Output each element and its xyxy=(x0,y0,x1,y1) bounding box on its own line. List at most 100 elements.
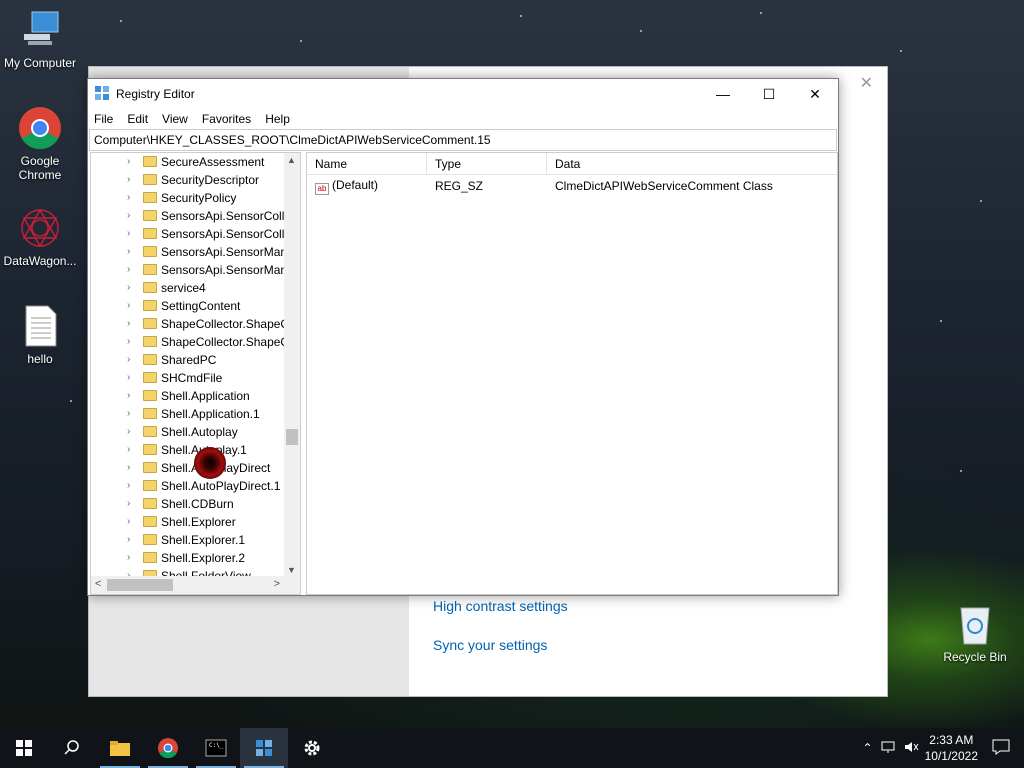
chevron-right-icon[interactable]: › xyxy=(127,477,130,495)
chevron-right-icon[interactable]: › xyxy=(127,495,130,513)
tree-item[interactable]: › SecureAssessment xyxy=(91,153,287,171)
chevron-right-icon[interactable]: › xyxy=(127,189,130,207)
maximize-button[interactable]: ☐ xyxy=(746,79,792,109)
folder-icon xyxy=(143,192,157,203)
desktop-icon-datawagon[interactable]: DataWagon... xyxy=(0,206,80,268)
tree-item[interactable]: › Shell.Autoplay xyxy=(91,423,287,441)
tree-item[interactable]: › SensorsApi.SensorMana xyxy=(91,261,287,279)
high-contrast-settings-link[interactable]: High contrast settings xyxy=(433,598,568,614)
chevron-right-icon[interactable]: › xyxy=(127,369,130,387)
taskbar-settings[interactable] xyxy=(288,728,336,768)
chevron-right-icon[interactable]: › xyxy=(127,513,130,531)
scroll-thumb[interactable] xyxy=(286,429,298,445)
chevron-right-icon[interactable]: › xyxy=(127,171,130,189)
chevron-right-icon[interactable]: › xyxy=(127,405,130,423)
network-icon[interactable] xyxy=(881,740,897,757)
search-button[interactable] xyxy=(48,728,96,768)
close-button[interactable]: ✕ xyxy=(792,79,838,109)
system-tray: ⌃ 2:33 AM 10/1/2022 xyxy=(863,732,1024,764)
chevron-right-icon[interactable]: › xyxy=(127,351,130,369)
chevron-right-icon[interactable]: › xyxy=(127,153,130,171)
taskbar-file-explorer[interactable] xyxy=(96,728,144,768)
chevron-right-icon[interactable]: › xyxy=(127,279,130,297)
tree-item-label: service4 xyxy=(161,281,206,295)
desktop-icon-hello[interactable]: hello xyxy=(0,304,80,366)
chevron-right-icon[interactable]: › xyxy=(127,387,130,405)
column-name[interactable]: Name xyxy=(307,153,427,174)
chevron-right-icon[interactable]: › xyxy=(127,549,130,567)
tree-item[interactable]: › Shell.Explorer xyxy=(91,513,287,531)
chevron-right-icon[interactable]: › xyxy=(127,207,130,225)
desktop-icon-google-chrome[interactable]: Google Chrome xyxy=(0,106,80,182)
clock[interactable]: 2:33 AM 10/1/2022 xyxy=(925,732,978,764)
tree-item[interactable]: › Shell.Explorer.1 xyxy=(91,531,287,549)
tree-item[interactable]: › service4 xyxy=(91,279,287,297)
scroll-right-icon[interactable]: > xyxy=(274,578,280,590)
chevron-right-icon[interactable]: › xyxy=(127,297,130,315)
chevron-right-icon[interactable]: › xyxy=(127,315,130,333)
tree-item[interactable]: › SHCmdFile xyxy=(91,369,287,387)
scroll-down-icon[interactable]: ▼ xyxy=(287,565,296,575)
tree-item[interactable]: › ShapeCollector.ShapeC xyxy=(91,333,287,351)
tree-item[interactable]: › Shell.CDBurn xyxy=(91,495,287,513)
chevron-up-icon[interactable]: ⌃ xyxy=(863,741,873,755)
tree-item[interactable]: › SharedPC xyxy=(91,351,287,369)
value-row[interactable]: ab (Default) REG_SZ ClmeDictAPIWebService… xyxy=(307,175,837,197)
tree-item[interactable]: ›Shell.AutoPlayDirect xyxy=(91,459,287,477)
menu-edit[interactable]: Edit xyxy=(127,112,148,126)
chevron-right-icon[interactable]: › xyxy=(127,441,130,459)
folder-icon xyxy=(143,174,157,185)
notification-icon[interactable] xyxy=(992,739,1010,758)
chevron-right-icon[interactable]: › xyxy=(127,459,130,477)
tree-item-label: Shell.Application xyxy=(161,389,250,403)
taskbar-registry-editor[interactable] xyxy=(240,728,288,768)
desktop-icon-my-computer[interactable]: My Computer xyxy=(0,8,80,70)
close-icon[interactable]: ✕ xyxy=(860,73,873,93)
start-button[interactable] xyxy=(0,728,48,768)
minimize-button[interactable]: — xyxy=(700,79,746,109)
tree-horizontal-scrollbar[interactable]: < > xyxy=(91,576,300,594)
tree-item[interactable]: › SecurityDescriptor xyxy=(91,171,287,189)
tree-item-label: Shell.Explorer.2 xyxy=(161,551,246,565)
tree-item-label: SensorsApi.SensorMana xyxy=(161,245,287,259)
folder-icon xyxy=(143,228,157,239)
menu-view[interactable]: View xyxy=(162,112,188,126)
chevron-right-icon[interactable]: › xyxy=(127,531,130,549)
tree-item[interactable]: ›Shell.Autoplay.1 xyxy=(91,441,287,459)
address-bar[interactable]: Computer\HKEY_CLASSES_ROOT\ClmeDictAPIWe… xyxy=(89,129,837,151)
chevron-right-icon[interactable]: › xyxy=(127,423,130,441)
folder-icon xyxy=(143,552,157,563)
tree-item-label: Shell.Explorer xyxy=(161,515,236,529)
tree-item[interactable]: › SensorsApi.SensorColle xyxy=(91,207,287,225)
tree-item[interactable]: › SettingContent xyxy=(91,297,287,315)
chevron-right-icon[interactable]: › xyxy=(127,333,130,351)
scroll-left-icon[interactable]: < xyxy=(95,578,101,590)
hscroll-thumb[interactable] xyxy=(107,579,173,591)
taskbar-terminal[interactable]: C:\_ xyxy=(192,728,240,768)
chevron-right-icon[interactable]: › xyxy=(127,243,130,261)
folder-icon xyxy=(143,210,157,221)
tree-item[interactable]: › ShapeCollector.ShapeC xyxy=(91,315,287,333)
menu-help[interactable]: Help xyxy=(265,112,290,126)
column-data[interactable]: Data xyxy=(547,153,837,174)
tree-item[interactable]: › Shell.AutoPlayDirect.1 xyxy=(91,477,287,495)
tree-item[interactable]: › Shell.Application xyxy=(91,387,287,405)
scroll-up-icon[interactable]: ▲ xyxy=(287,155,296,165)
volume-icon[interactable] xyxy=(903,740,919,757)
tree-item[interactable]: › Shell.Explorer.2 xyxy=(91,549,287,567)
tree-item[interactable]: › Shell.Application.1 xyxy=(91,405,287,423)
menu-favorites[interactable]: Favorites xyxy=(202,112,251,126)
value-data: ClmeDictAPIWebServiceComment Class xyxy=(555,179,773,193)
tree-item[interactable]: › SensorsApi.SensorColle xyxy=(91,225,287,243)
title-bar[interactable]: Registry Editor — ☐ ✕ xyxy=(88,79,838,109)
tree-item[interactable]: › SensorsApi.SensorMana xyxy=(91,243,287,261)
desktop-icon-recycle-bin[interactable]: Recycle Bin xyxy=(935,602,1015,664)
taskbar-chrome[interactable] xyxy=(144,728,192,768)
tree-item[interactable]: › SecurityPolicy xyxy=(91,189,287,207)
chevron-right-icon[interactable]: › xyxy=(127,261,130,279)
sync-your-settings-link[interactable]: Sync your settings xyxy=(433,637,547,653)
column-type[interactable]: Type xyxy=(427,153,547,174)
tree-vertical-scrollbar[interactable]: ▲ ▼ xyxy=(284,153,300,577)
menu-file[interactable]: File xyxy=(94,112,113,126)
chevron-right-icon[interactable]: › xyxy=(127,225,130,243)
